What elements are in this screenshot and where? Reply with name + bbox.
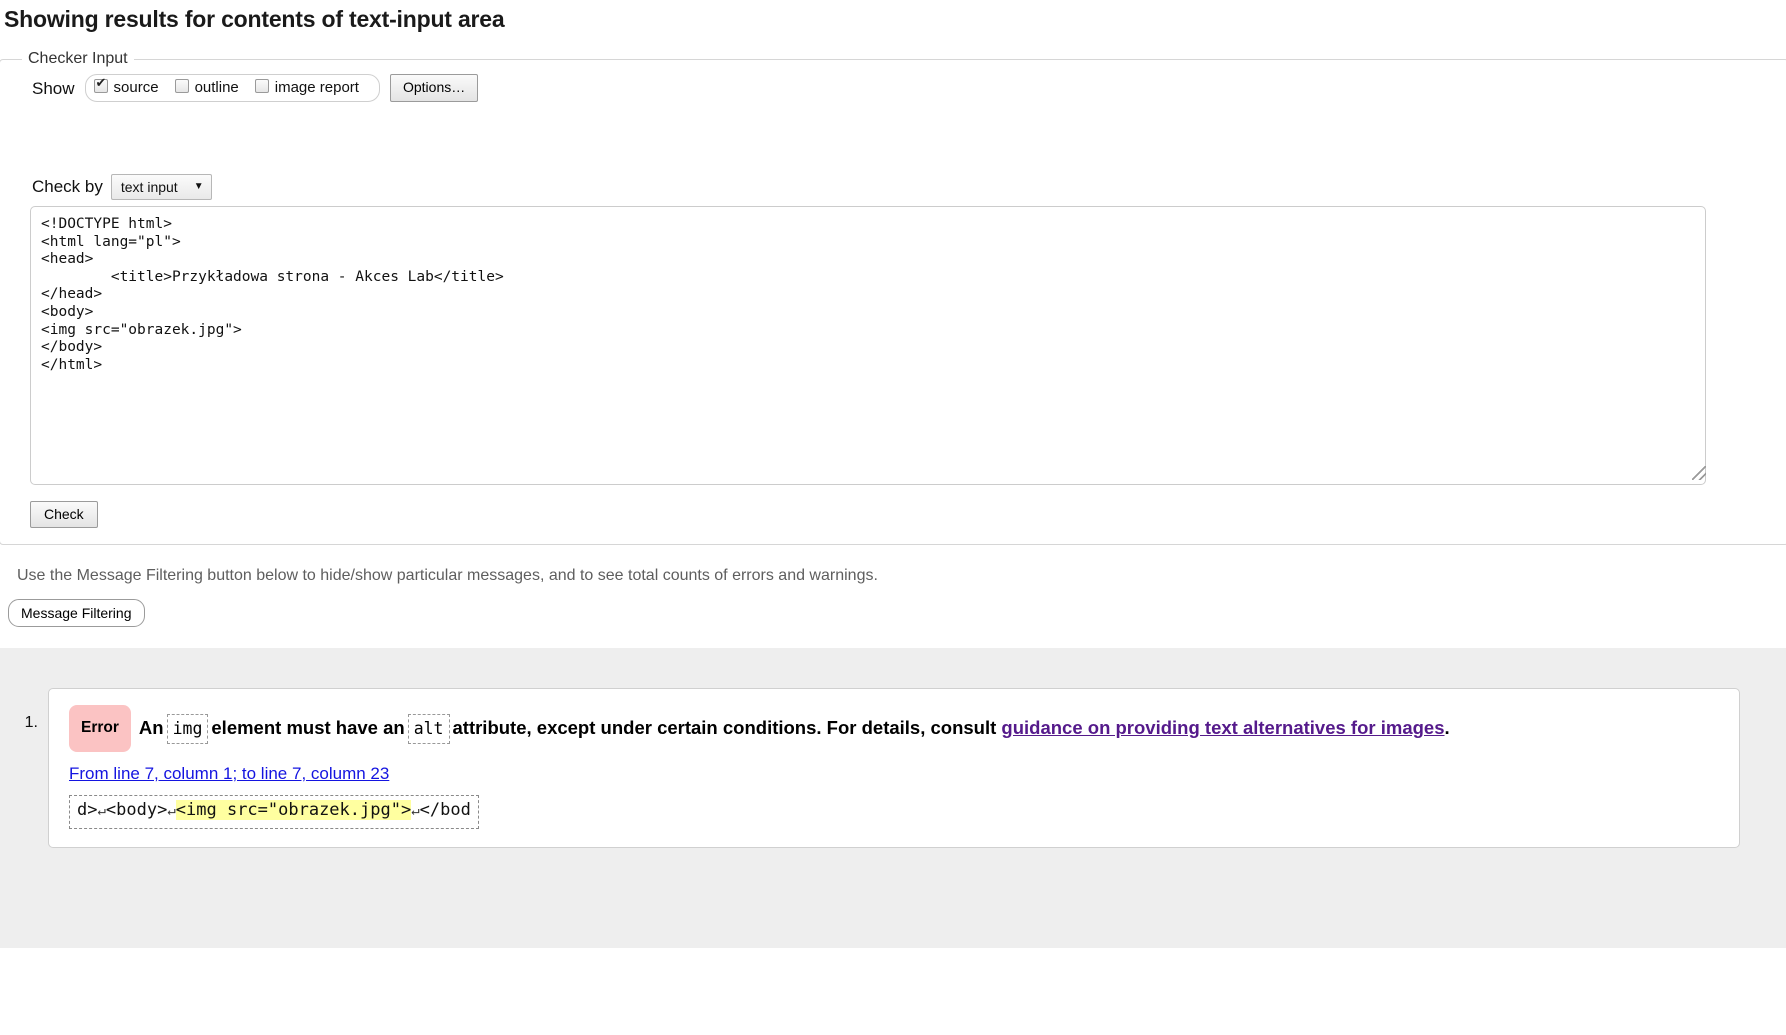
guidance-link[interactable]: guidance on providing text alternatives … [1001, 717, 1444, 738]
message-filtering-button[interactable]: Message Filtering [8, 599, 145, 628]
chevron-down-icon: ▼ [193, 181, 204, 192]
newline-glyph-3: ↵ [411, 803, 420, 820]
checkbox-outline-box[interactable] [174, 79, 189, 93]
msg-text-3: attribute, except under certain conditio… [452, 717, 997, 739]
checkbox-outline-label: outline [194, 79, 239, 96]
extract-prefix: d> [77, 800, 98, 821]
result-item-number: 1. [24, 714, 38, 732]
checker-input-legend: Checker Input [22, 50, 134, 68]
checkbox-image-report-label: image report [274, 79, 359, 96]
error-message-text: Error An img element must have an alt attribu… [69, 705, 1719, 753]
checkbox-image-report-box[interactable] [254, 79, 269, 93]
source-textarea-wrap: <!DOCTYPE html> <html lang="pl"> <head> … [0, 200, 1786, 485]
page-title: Showing results for contents of text-inp… [4, 6, 505, 32]
check-button[interactable]: Check [30, 501, 98, 529]
error-location-row: From line 7, column 1; to line 7, column… [69, 752, 1719, 784]
code-img: img [166, 714, 209, 745]
code-alt: alt [407, 714, 450, 745]
textarea-resize-handle[interactable] [1692, 466, 1706, 480]
message-filtering-note: Use the Message Filtering button below t… [17, 567, 878, 585]
check-by-selected-value: text input [120, 179, 178, 195]
results-list: 1. Error An img element must have an alt attr… [0, 688, 1740, 848]
checker-input-fieldset: Checker Input Show source outline image … [0, 50, 1786, 546]
check-by-select[interactable]: text input ▼ [110, 174, 212, 200]
extract-highlight: <img src="obrazek.jpg"> [175, 800, 412, 821]
newline-glyph-2: ↵ [167, 803, 176, 820]
source-extract: d>↵<body>↵<img src="obrazek.jpg">↵</bod [69, 795, 479, 829]
error-message-box: Error An img element must have an alt attribu… [48, 688, 1740, 848]
check-by-row: Check by text input ▼ [0, 102, 1786, 200]
checkbox-source-box[interactable] [93, 76, 108, 93]
options-button[interactable]: Options… [389, 74, 479, 102]
checkbox-source-label: source [113, 79, 159, 96]
checkbox-image-report[interactable]: image report [254, 79, 367, 96]
status-badge: Error [69, 705, 131, 753]
show-options-row: Show source outline image report Options… [0, 68, 1786, 102]
source-textarea[interactable]: <!DOCTYPE html> <html lang="pl"> <head> … [30, 206, 1706, 485]
results-region: 1. Error An img element must have an alt attr… [0, 648, 1786, 949]
message-filtering-row: Message Filtering [0, 585, 1786, 628]
msg-text-1: An [138, 717, 164, 739]
error-location-link[interactable]: From line 7, column 1; to line 7, column… [69, 764, 389, 783]
check-button-row: Check [0, 485, 1786, 529]
newline-glyph-1: ↵ [97, 803, 106, 820]
checkbox-outline[interactable]: outline [174, 79, 247, 96]
msg-text-end: . [1444, 717, 1450, 739]
extract-body-tag: <body> [105, 800, 168, 821]
check-by-label: Check by [32, 177, 103, 196]
msg-text-2: element must have an [211, 717, 405, 739]
checkbox-source[interactable]: source [93, 76, 167, 96]
show-toggle-group: source outline image report [84, 74, 380, 102]
result-item: 1. Error An img element must have an alt attr… [0, 688, 1740, 848]
show-label: Show [32, 78, 75, 98]
extract-suffix: </bod [419, 800, 471, 821]
